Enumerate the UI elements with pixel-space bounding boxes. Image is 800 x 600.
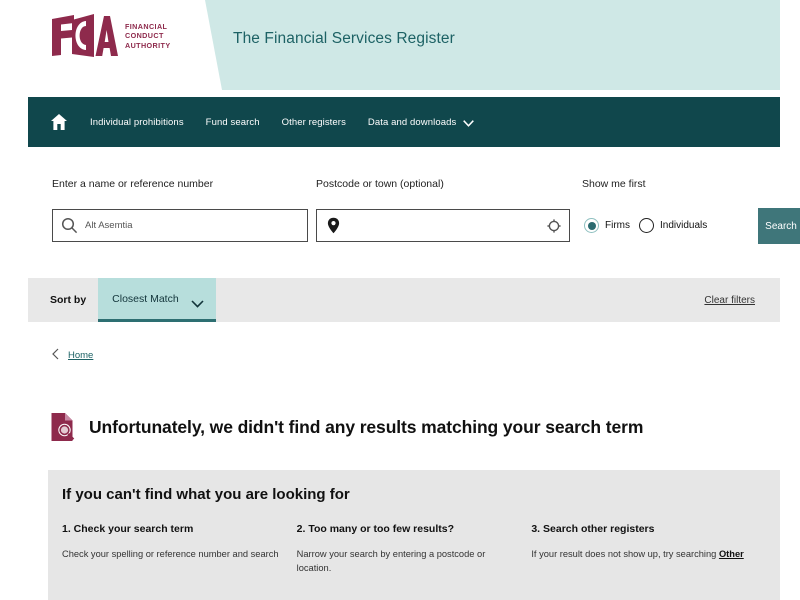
help-column-body: If your result does not show up, try sea…: [531, 547, 752, 561]
help-column-heading: 3. Search other registers: [531, 523, 655, 535]
sort-by-label: Sort by: [50, 294, 87, 306]
help-column-text: Check your spelling or reference number …: [62, 549, 279, 559]
help-column-check-search-term: 1. Check your search term Check your spe…: [62, 523, 297, 575]
main-navigation: Individual prohibitions Fund search Othe…: [28, 97, 780, 147]
fca-logo-mark: [50, 12, 118, 60]
help-column-heading: 1. Check your search term: [62, 523, 194, 535]
logo-word-financial: FINANCIAL: [125, 22, 168, 32]
no-results-title: Unfortunately, we didn't find any result…: [89, 416, 644, 437]
chevron-left-icon: [52, 348, 59, 363]
nav-item-label: Data and downloads: [367, 116, 457, 128]
help-column-text: Narrow your search by entering a postcod…: [296, 549, 486, 573]
chevron-down-icon: [463, 119, 475, 127]
help-column-other-registers: 3. Search other registers If your result…: [531, 523, 766, 575]
search-icon: [61, 217, 78, 234]
location-target-icon[interactable]: [547, 218, 561, 233]
help-column-too-many-results: 2. Too many or too few results? Narrow y…: [297, 523, 532, 575]
help-column-body: Narrow your search by entering a postcod…: [297, 547, 518, 575]
search-button[interactable]: Search: [758, 208, 800, 244]
breadcrumb-link-home[interactable]: Home: [68, 350, 93, 361]
document-search-icon: [50, 412, 76, 442]
breadcrumb: Home: [52, 348, 93, 363]
radio-option-firms[interactable]: Firms: [584, 218, 630, 233]
logo-word-conduct: CONDUCT: [125, 31, 164, 41]
nav-item-individual-prohibitions[interactable]: Individual prohibitions: [90, 117, 184, 128]
nav-item-data-and-downloads[interactable]: Data and downloads: [367, 116, 475, 128]
help-panel: If you can't find what you are looking f…: [48, 470, 780, 600]
map-pin-icon: [325, 217, 342, 234]
nav-item-label: Individual prohibitions: [90, 116, 184, 128]
show-me-first-radio-group: Firms Individuals: [584, 209, 707, 242]
page-root: FINANCIAL CONDUCT AUTHORITY The Financia…: [0, 0, 800, 600]
postcode-input[interactable]: [316, 209, 570, 242]
chevron-down-icon: [191, 295, 204, 308]
search-input-value: Alt Asemtia: [85, 220, 133, 231]
site-header: FINANCIAL CONDUCT AUTHORITY The Financia…: [28, 0, 780, 90]
help-columns: 1. Check your search term Check your spe…: [48, 523, 780, 575]
sort-dropdown[interactable]: Closest Match: [98, 278, 216, 322]
clear-filters-link[interactable]: Clear filters: [704, 295, 755, 306]
radio-option-individuals[interactable]: Individuals: [639, 218, 707, 233]
help-panel-title: If you can't find what you are looking f…: [62, 486, 350, 503]
radio-label-firms: Firms: [605, 220, 630, 231]
nav-item-other-registers[interactable]: Other registers: [282, 117, 346, 128]
nav-item-label: Other registers: [281, 116, 346, 128]
home-icon[interactable]: [50, 113, 68, 131]
nav-item-list: Individual prohibitions Fund search Othe…: [90, 116, 475, 128]
nav-item-label: Fund search: [205, 116, 260, 128]
name-field-label: Enter a name or reference number: [52, 178, 214, 190]
radio-unselected-icon: [639, 218, 654, 233]
page-title: The Financial Services Register: [233, 30, 455, 47]
logo-word-authority: AUTHORITY: [125, 40, 171, 50]
sort-dropdown-value: Closest Match: [112, 292, 179, 305]
help-column-text: If your result does not show up, try sea…: [531, 549, 719, 559]
radio-label-individuals: Individuals: [660, 220, 708, 231]
help-column-heading: 2. Too many or too few results?: [296, 523, 454, 535]
search-form: Enter a name or reference number Alt Ase…: [28, 147, 800, 275]
fca-logo[interactable]: FINANCIAL CONDUCT AUTHORITY: [50, 12, 171, 60]
radio-selected-icon: [584, 218, 599, 233]
help-column-link-other[interactable]: Other: [719, 549, 744, 559]
nav-item-fund-search[interactable]: Fund search: [206, 117, 260, 128]
help-column-body: Check your spelling or reference number …: [62, 547, 283, 561]
postcode-field-label: Postcode or town (optional): [316, 178, 444, 190]
no-results-heading: Unfortunately, we didn't find any result…: [50, 412, 643, 442]
sort-bar: Sort by Closest Match Clear filters: [28, 278, 780, 322]
fca-logo-wordmark: FINANCIAL CONDUCT AUTHORITY: [125, 22, 171, 50]
search-input[interactable]: Alt Asemtia: [52, 209, 308, 242]
show-me-first-label: Show me first: [582, 178, 646, 190]
